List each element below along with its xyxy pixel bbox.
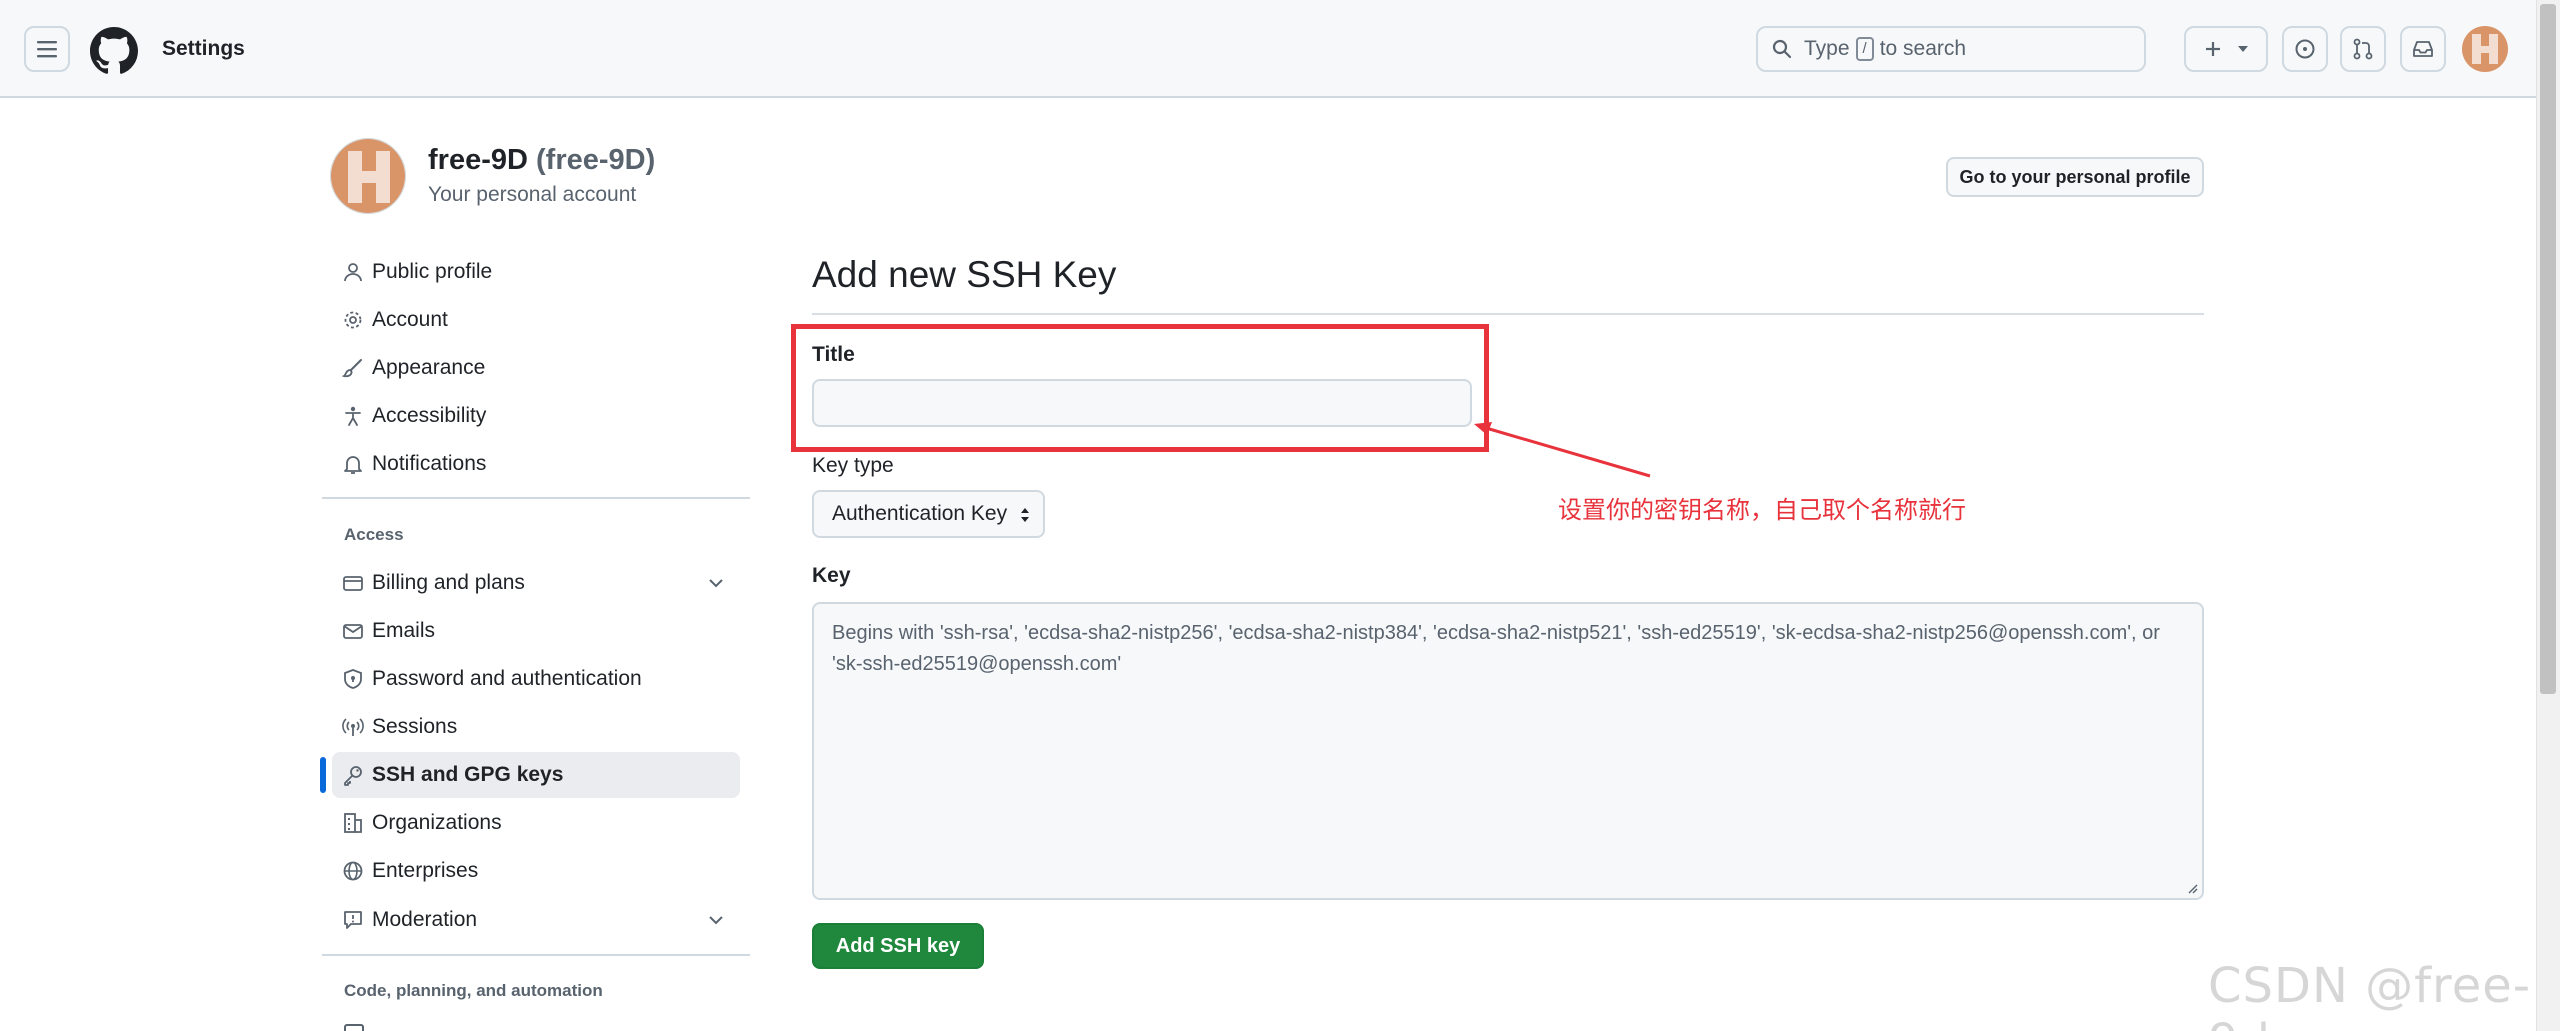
menu-button[interactable] [24, 26, 70, 72]
sidebar-divider [322, 497, 750, 499]
title-divider [812, 313, 2204, 315]
annotation-arrow [1474, 422, 1651, 478]
inbox-button[interactable] [2400, 26, 2446, 72]
identicon-icon [331, 139, 405, 213]
user-avatar[interactable] [2462, 26, 2508, 72]
identicon-icon [2462, 26, 2508, 72]
sidebar-item-notifications[interactable]: Notifications [332, 441, 740, 487]
github-logo-icon[interactable] [90, 27, 138, 75]
triangle-down-icon [2237, 46, 2248, 52]
key-type-value: Authentication Key [832, 502, 1008, 525]
sidebar-item-label: Appearance [372, 356, 486, 379]
sidebar-item-password[interactable]: Password and authentication [332, 656, 740, 702]
annotation-text: 设置你的密钥名称，自己取个名称就行 [1558, 496, 1966, 524]
breadcrumb-settings[interactable]: Settings [162, 37, 245, 61]
sidebar-item-enterprises[interactable]: Enterprises [332, 848, 740, 894]
search-placeholder-prefix: Type [1804, 37, 1850, 60]
search-icon [1772, 39, 1792, 59]
key-placeholder: Begins with 'ssh-rsa', 'ecdsa-sha2-nistp… [832, 622, 2160, 675]
sidebar-heading-code: Code, planning, and automation [344, 981, 603, 1000]
search-shortcut-key: / [1855, 37, 1874, 61]
key-label: Key [812, 564, 851, 587]
bell-icon [344, 456, 362, 474]
search-placeholder-suffix: to search [1879, 37, 1967, 60]
person-icon [344, 263, 362, 282]
scrollbar-thumb[interactable] [2540, 4, 2556, 694]
sidebar-item-account[interactable]: Account [332, 297, 740, 343]
sidebar-item-label: Sessions [372, 715, 458, 738]
sidebar-item-label: Account [372, 308, 448, 331]
account-avatar[interactable] [330, 138, 406, 214]
account-name[interactable]: free-9D (free-9D) [428, 144, 655, 177]
sidebar-item-label: Enterprises [372, 859, 479, 882]
sidebar-item-emails[interactable]: Emails [332, 608, 740, 654]
inbox-icon [2413, 41, 2433, 57]
search-input[interactable]: Type / to search [1756, 26, 2146, 72]
account-handle: (free-9D) [536, 144, 656, 176]
key-icon [344, 766, 362, 786]
sidebar-item-label: Password and authentication [372, 667, 642, 690]
credit-card-icon [343, 576, 363, 591]
sidebar-item-billing[interactable]: Billing and plans [332, 560, 740, 606]
chevron-down-icon [709, 916, 723, 925]
git-pull-request-icon [2353, 38, 2373, 60]
sidebar-item-ssh-gpg-keys[interactable]: SSH and GPG keys [332, 752, 740, 798]
resize-grip-icon[interactable] [2186, 882, 2198, 894]
select-arrows-icon [1021, 508, 1029, 522]
account-subtitle: Your personal account [428, 183, 637, 206]
broadcast-icon [342, 718, 364, 736]
mail-icon [343, 624, 363, 639]
sidebar-partial-icon [344, 1024, 364, 1031]
sidebar-item-public-profile[interactable]: Public profile [332, 249, 740, 295]
go-to-profile-button[interactable]: Go to your personal profile [1946, 157, 2204, 197]
active-indicator [320, 757, 326, 793]
key-type-select[interactable]: Authentication Key [812, 490, 1045, 538]
sidebar-item-label: Public profile [372, 260, 493, 283]
sidebar-heading-access: Access [344, 525, 404, 544]
sidebar-item-label: Billing and plans [372, 571, 525, 594]
shield-lock-icon [344, 669, 362, 689]
page-title: Add new SSH Key [812, 254, 1117, 295]
issues-button[interactable] [2282, 26, 2328, 72]
watermark: CSDN @free-9d [2208, 958, 2532, 1031]
sidebar-divider [322, 954, 750, 956]
create-new-button[interactable] [2184, 26, 2268, 72]
plus-icon [2205, 42, 2220, 56]
sidebar-item-label: SSH and GPG keys [372, 763, 564, 786]
sidebar-item-label: Accessibility [372, 404, 487, 427]
paintbrush-icon [342, 359, 362, 378]
app-header: Settings Type / to search [0, 0, 2536, 98]
organization-icon [344, 813, 362, 833]
sidebar-item-organizations[interactable]: Organizations [332, 800, 740, 846]
report-icon [344, 911, 362, 929]
chevron-down-icon [709, 579, 723, 588]
globe-icon [343, 861, 363, 881]
highlight-box [791, 324, 1489, 452]
account-username: free-9D [428, 144, 528, 176]
gear-icon [344, 311, 362, 329]
key-textarea[interactable]: Begins with 'ssh-rsa', 'ecdsa-sha2-nistp… [812, 602, 2204, 900]
pull-requests-button[interactable] [2340, 26, 2386, 72]
sidebar-item-moderation[interactable]: Moderation [332, 897, 740, 943]
add-ssh-key-button[interactable]: Add SSH key [812, 923, 984, 969]
issue-opened-icon [2295, 39, 2315, 59]
hamburger-icon [37, 41, 57, 58]
sidebar-item-label: Organizations [372, 811, 502, 834]
sidebar-item-accessibility[interactable]: Accessibility [332, 393, 740, 439]
key-type-label: Key type [812, 454, 894, 477]
sidebar-item-appearance[interactable]: Appearance [332, 345, 740, 391]
sidebar-item-label: Notifications [372, 452, 487, 475]
sidebar-item-label: Emails [372, 619, 436, 642]
sidebar-item-sessions[interactable]: Sessions [332, 704, 740, 750]
accessibility-icon [345, 406, 361, 426]
sidebar-item-label: Moderation [372, 908, 478, 931]
